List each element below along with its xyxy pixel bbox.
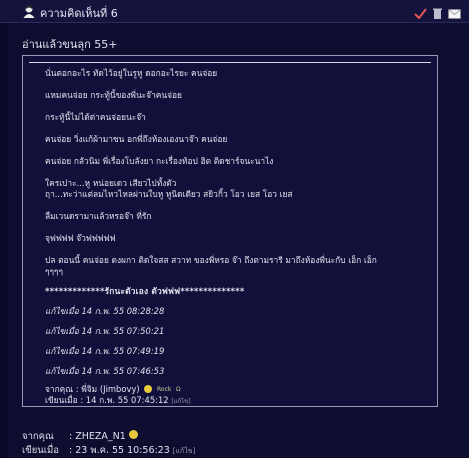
quote-line: ปล ตอนนี้ คนจ่อย ดงผกา ติดใจสส สวาท ของพ… — [45, 255, 377, 276]
quote-line: กระทู้นี้ไม่ได้ด่าคนจ่อยนะจ๊า — [45, 112, 146, 122]
quote-line: แหมคนจ่อย กระทู้นี้ของพี่นะจ๊าคนจ่อย — [45, 90, 182, 100]
check-icon[interactable] — [414, 5, 427, 20]
quote-line: คนจ่อย วิ่งแก้ผ้ามาชน อกพี่ถึงห้องเองนาจ… — [45, 134, 228, 144]
edit-timestamp: แก้ไขเมื่อ 14 ก.พ. 55 07:49:19 — [45, 346, 165, 356]
smiley-icon — [128, 430, 138, 439]
written-value: : 23 พ.ค. 55 10:56:23 — [69, 445, 170, 456]
quoted-comment: นั่นตอกอะไร ทัดไว้อยู่ในรูหู ดอกอะไรยะ ค… — [22, 55, 438, 407]
edit-link[interactable]: [แก้ไข] — [173, 444, 196, 458]
from-value[interactable]: : ZHEZA_N1 — [69, 430, 126, 444]
written-label: เขียนเมื่อ — [22, 445, 60, 456]
edit-timestamp: แก้ไขเมื่อ 14 ก.พ. 55 07:46:53 — [45, 366, 165, 376]
mail-icon[interactable] — [448, 5, 461, 19]
edit-timestamp: แก้ไขเมื่อ 14 ก.พ. 55 08:28:28 — [45, 306, 165, 316]
smiley-icon — [144, 385, 153, 393]
from-label: จากคุณ — [45, 384, 74, 394]
written-value: : 14 ก.พ. 55 07:45:12 — [80, 395, 169, 405]
quote-line: นั่นตอกอะไร ทัดไว้อยู่ในรูหู ดอกอะไรยะ ค… — [45, 68, 218, 78]
avatar-icon — [23, 5, 35, 18]
footer-author-row: จากคุณ : ZHEZA_N1 — [22, 430, 195, 444]
quote-date-row: เขียนเมื่อ : 14 ก.พ. 55 07:45:12 [แก้ไข] — [45, 395, 429, 407]
quote-divider — [29, 62, 431, 63]
comment-title: ความคิดเห็นที่ 6 — [40, 7, 118, 20]
from-label: จากคุณ — [22, 431, 54, 442]
written-label: เขียนเมื่อ — [45, 395, 78, 405]
comment-intro: อ่านแล้วขนลุก 55+ — [22, 38, 118, 51]
quote-author-row: จากคุณ : พี่จิม (Jimbovy) Rock Ω — [45, 384, 429, 395]
quote-line: ใครเปาะ...หู หน่อยเดว เสียวไปทั้งตัว ฤา.… — [45, 178, 293, 199]
omega-badge: Ω — [176, 386, 181, 393]
quote-line: จุฟฟฟฟ จ๊วฟฟฟฟฟ — [45, 233, 116, 243]
footer-date-row: เขียนเมื่อ : 23 พ.ค. 55 10:56:23 [แก้ไข] — [22, 444, 195, 458]
left-gutter — [0, 22, 8, 458]
comment-header: ความคิดเห็นที่ 6 — [0, 0, 469, 23]
comment-tools — [414, 3, 461, 20]
comment-footer: จากคุณ : ZHEZA_N1 เขียนเมื่อ : 23 พ.ค. 5… — [22, 430, 195, 458]
trash-icon[interactable] — [431, 5, 444, 19]
edit-timestamp: แก้ไขเมื่อ 14 ก.พ. 55 07:50:21 — [45, 326, 165, 336]
quote-line: ลืมเวนดรามาแล้วหรอจ๊า ที่รัก — [45, 211, 152, 221]
quote-line: คนจ่อย กลัวนิม พี่เรื่องโบลังยา กะเรื่อง… — [45, 156, 274, 166]
edit-link[interactable]: [แก้ไข] — [171, 398, 190, 405]
quote-line: *************รักนะตัวเอง ตัวฟฟฟ*********… — [45, 286, 245, 296]
from-value[interactable]: : พี่จิม (Jimbovy) — [76, 384, 140, 394]
rock-badge: Rock — [157, 386, 172, 393]
